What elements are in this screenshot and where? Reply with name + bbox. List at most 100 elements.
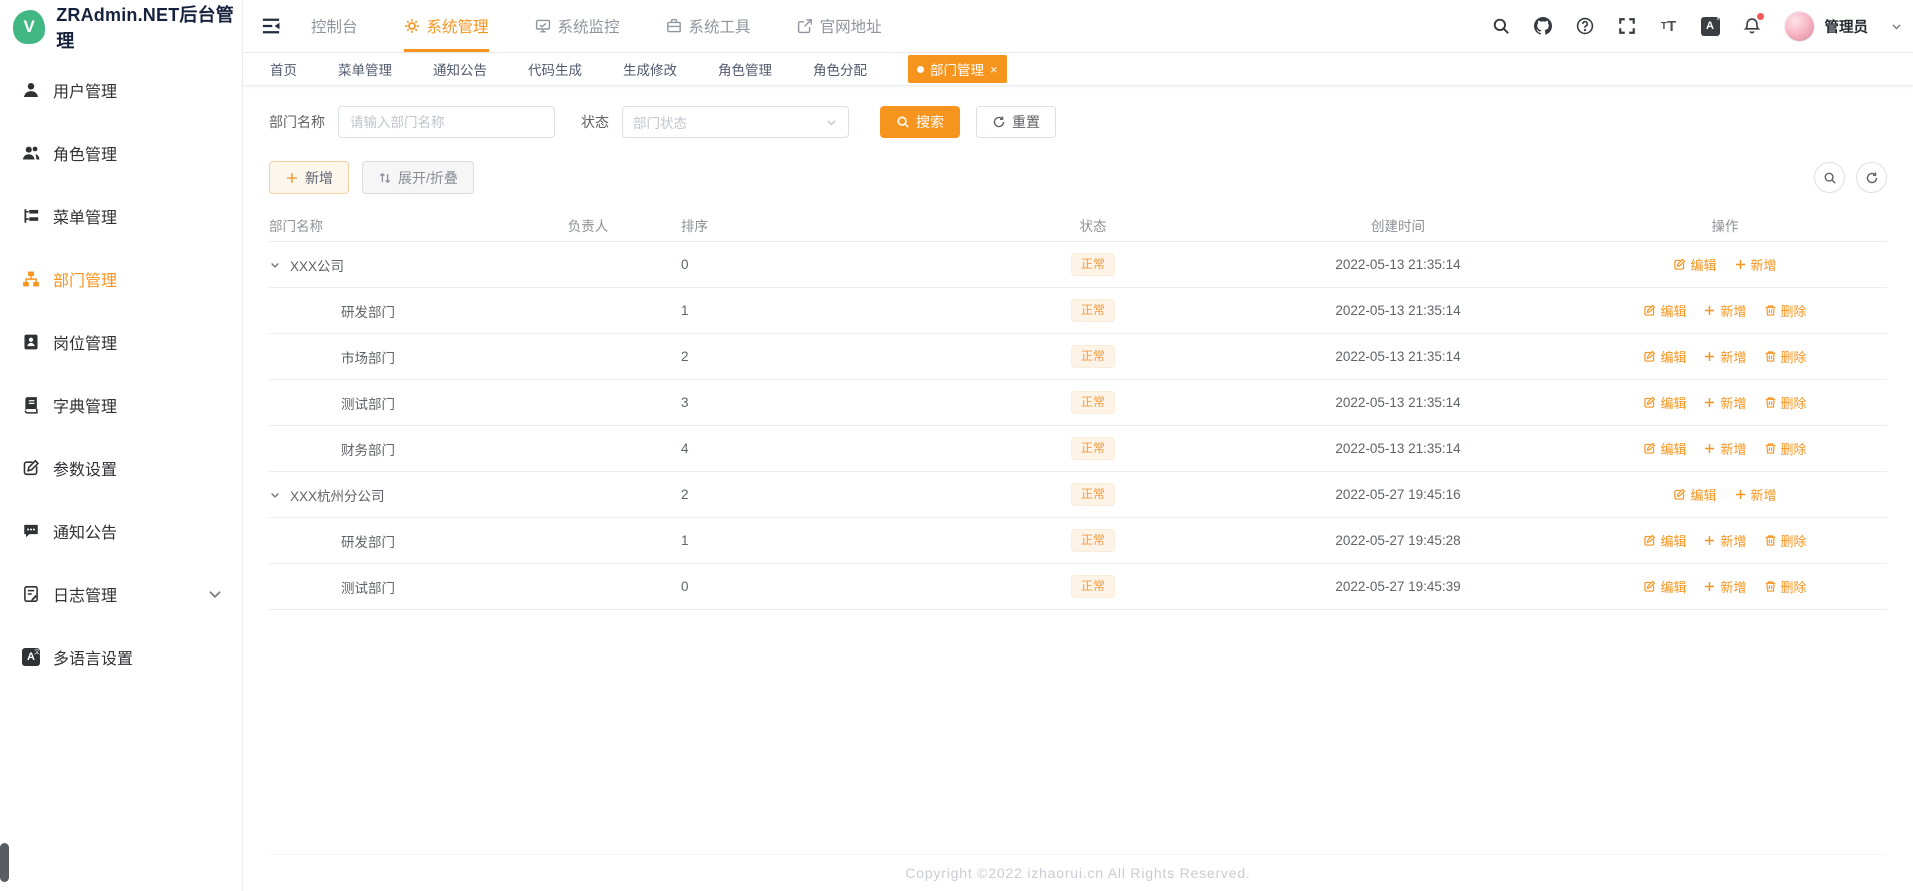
- sidebar-item-notices[interactable]: 通知公告: [0, 499, 242, 562]
- delete-button[interactable]: 删除: [1764, 301, 1807, 320]
- refresh-icon: [993, 116, 1005, 128]
- tab-menu-management[interactable]: 菜单管理: [338, 59, 392, 79]
- edit-icon: [1644, 534, 1656, 546]
- roles-icon: [22, 146, 40, 160]
- row-add-button[interactable]: 新增: [1734, 255, 1777, 274]
- sidebar-item-parameters[interactable]: 参数设置: [0, 436, 242, 499]
- sidebar-item-dictionary[interactable]: 字典管理: [0, 373, 242, 436]
- tab-department-management[interactable]: 部门管理 ×: [908, 55, 1007, 83]
- row-add-button[interactable]: 新增: [1703, 347, 1747, 366]
- notification-bell-icon[interactable]: [1742, 13, 1764, 36]
- status-badge: 正常: [1070, 436, 1115, 461]
- tab-close-icon[interactable]: ×: [990, 63, 998, 76]
- table-row: XXX杭州分公司 2 正常 2022-05-27 19:45:16 编辑 新增: [269, 472, 1887, 518]
- tab-role-management[interactable]: 角色管理: [718, 59, 772, 79]
- search-icon: [1824, 172, 1836, 184]
- nav-item-system-tools[interactable]: 系统工具: [666, 0, 751, 52]
- delete-button[interactable]: 删除: [1764, 439, 1807, 458]
- user-avatar[interactable]: [1783, 10, 1815, 42]
- sidebar-item-users[interactable]: 用户管理: [0, 58, 242, 121]
- user-name[interactable]: 管理员: [1825, 16, 1869, 37]
- add-button[interactable]: 新增: [269, 161, 349, 194]
- nav-item-console[interactable]: 控制台: [311, 0, 358, 52]
- search-icon[interactable]: [1491, 16, 1511, 36]
- fullscreen-icon[interactable]: [1617, 16, 1637, 36]
- table-row: 测试部门 3 正常 2022-05-13 21:35:14 编辑 新增 删除: [269, 380, 1887, 426]
- row-add-button[interactable]: 新增: [1703, 531, 1747, 550]
- edit-button[interactable]: 编辑: [1673, 485, 1717, 504]
- trash-icon: [1765, 581, 1775, 592]
- tab-generation-edit[interactable]: 生成修改: [623, 59, 677, 79]
- app-title: ZRAdmin.NET后台管理: [56, 4, 235, 51]
- tree-collapse-caret-icon[interactable]: [269, 489, 281, 501]
- status-badge: 正常: [1070, 344, 1115, 369]
- tab-role-assignment[interactable]: 角色分配: [813, 59, 867, 79]
- tree-collapse-caret-icon[interactable]: [269, 259, 281, 271]
- logo-row[interactable]: V ZRAdmin.NET后台管理: [0, 0, 242, 53]
- edit-button[interactable]: 编辑: [1643, 301, 1686, 320]
- tab-code-generation[interactable]: 代码生成: [528, 59, 582, 79]
- external-link-icon: [797, 19, 812, 34]
- dept-name: 测试部门: [341, 580, 395, 596]
- edit-button[interactable]: 编辑: [1673, 255, 1717, 274]
- row-add-button[interactable]: 新增: [1703, 393, 1747, 412]
- edit-button[interactable]: 编辑: [1643, 577, 1686, 596]
- edit-button[interactable]: 编辑: [1643, 439, 1686, 458]
- row-add-button[interactable]: 新增: [1703, 577, 1747, 596]
- font-size-icon[interactable]: TT: [1659, 16, 1679, 36]
- log-doc-icon: [24, 585, 38, 602]
- edit-button[interactable]: 编辑: [1643, 531, 1686, 550]
- refresh-table-button[interactable]: [1856, 162, 1887, 193]
- table-header: 部门名称 负责人 排序 状态 创建时间 操作: [269, 209, 1887, 242]
- dept-name-cell: XXX公司: [269, 255, 523, 275]
- dept-name-input[interactable]: [338, 106, 555, 138]
- sidebar-item-departments[interactable]: 部门管理: [0, 247, 242, 310]
- nav-item-official-site[interactable]: 官网地址: [797, 0, 882, 52]
- table-row: XXX公司 0 正常 2022-05-13 21:35:14 编辑 新增: [269, 242, 1887, 288]
- row-add-button[interactable]: 新增: [1703, 439, 1747, 458]
- toggle-search-button[interactable]: [1814, 162, 1845, 193]
- nav-item-system-management[interactable]: 系统管理: [403, 0, 489, 52]
- sort-cell: 1: [681, 303, 689, 318]
- created-time-cell: 2022-05-13 21:35:14: [1335, 257, 1461, 272]
- delete-button[interactable]: 删除: [1764, 577, 1807, 596]
- language-switch-icon[interactable]: Ax: [1700, 16, 1720, 36]
- badge-icon: [24, 334, 38, 349]
- col-sort: 排序: [681, 219, 708, 234]
- user-menu-chevron-icon[interactable]: [1890, 20, 1903, 33]
- sidebar-item-posts[interactable]: 岗位管理: [0, 310, 242, 373]
- tab-home[interactable]: 首页: [270, 59, 297, 79]
- row-add-button[interactable]: 新增: [1703, 301, 1747, 320]
- dept-name-cell: 市场部门: [269, 347, 523, 367]
- edit-icon: [1644, 580, 1656, 592]
- edit-icon: [1674, 488, 1686, 500]
- edit-button[interactable]: 编辑: [1643, 347, 1686, 366]
- dept-name: 财务部门: [341, 442, 395, 458]
- sidebar-item-menus[interactable]: 菜单管理: [0, 184, 242, 247]
- status-cell: 正常: [953, 574, 1233, 599]
- tab-notices[interactable]: 通知公告: [433, 59, 487, 79]
- sidebar-item-roles[interactable]: 角色管理: [0, 121, 242, 184]
- delete-button[interactable]: 删除: [1764, 393, 1807, 412]
- dept-name-cell: 研发部门: [269, 301, 523, 321]
- delete-button[interactable]: 删除: [1764, 347, 1807, 366]
- edit-button[interactable]: 编辑: [1643, 393, 1686, 412]
- sidebar-scrollbar-thumb[interactable]: [0, 843, 9, 882]
- reset-button[interactable]: 重置: [976, 106, 1056, 138]
- help-icon[interactable]: [1575, 16, 1595, 36]
- dept-status-select[interactable]: 部门状态: [622, 106, 849, 138]
- search-button[interactable]: 搜索: [880, 106, 960, 138]
- status-cell: 正常: [953, 436, 1233, 461]
- sidebar-collapse-icon[interactable]: [261, 16, 281, 36]
- plus-icon: [1705, 305, 1715, 316]
- nav-item-system-monitor[interactable]: 系统监控: [535, 0, 620, 52]
- table-body: XXX公司 0 正常 2022-05-13 21:35:14 编辑 新增 研发部…: [269, 242, 1887, 610]
- expand-collapse-button[interactable]: 展开/折叠: [362, 161, 474, 194]
- row-add-button[interactable]: 新增: [1734, 485, 1777, 504]
- sidebar-item-languages[interactable]: A文 多语言设置: [0, 625, 242, 688]
- delete-button[interactable]: 删除: [1764, 531, 1807, 550]
- trash-icon: [1765, 305, 1775, 316]
- sidebar-item-logs[interactable]: 日志管理: [0, 562, 242, 625]
- active-tab-dot: [917, 65, 924, 73]
- github-icon[interactable]: [1533, 16, 1553, 36]
